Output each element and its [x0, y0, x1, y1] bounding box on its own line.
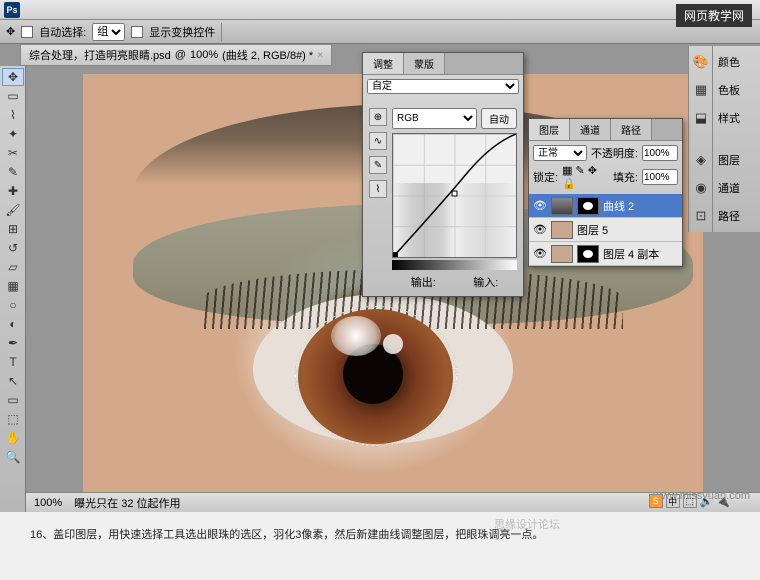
- auto-select-dropdown[interactable]: 组: [92, 23, 125, 41]
- tray-s[interactable]: S: [649, 494, 663, 508]
- visibility-icon[interactable]: 👁: [533, 247, 547, 260]
- wand-tool[interactable]: ✦: [2, 125, 24, 143]
- tray-ime[interactable]: 中: [666, 494, 680, 508]
- fill-input[interactable]: [642, 169, 678, 185]
- caption-text: 盖印图层，用快速选择工具选出眼珠的选区，羽化3像素，然后新建曲线调整图层，把眼珠…: [53, 529, 543, 541]
- layers-panel[interactable]: 图层 通道 路径 正常 不透明度: 锁定: ▦ ✎ ✥ 🔒 填充: 👁 曲线: [528, 118, 683, 267]
- text-tool[interactable]: T: [2, 353, 24, 371]
- curves-smooth-icon[interactable]: ⌇: [369, 180, 387, 198]
- options-bar: ✥ 自动选择: 组 显示变换控件: [0, 20, 760, 44]
- healing-tool[interactable]: ✚: [2, 182, 24, 200]
- layer-thumb[interactable]: [551, 245, 573, 263]
- curves-preset[interactable]: 自定: [367, 79, 519, 94]
- layer-thumb[interactable]: [551, 221, 573, 239]
- toolbox: ✥ ▭ ⌇ ✦ ✂ ✎ ✚ 🖌 ⊞ ↺ ▱ ▦ ○ ◐ ✒ T ↖ ▭ ⬚ ✋ …: [0, 66, 26, 512]
- fill-label: 填充:: [613, 169, 638, 185]
- curves-output-label: 输出:: [411, 274, 436, 290]
- eyedropper-tool[interactable]: ✎: [2, 163, 24, 181]
- history-brush-tool[interactable]: ↺: [2, 239, 24, 257]
- marquee-tool[interactable]: ▭: [2, 87, 24, 105]
- curves-target-icon[interactable]: ⊕: [369, 108, 387, 126]
- rp-layer[interactable]: 图层: [715, 150, 758, 170]
- channel-icon[interactable]: ◉: [691, 178, 711, 198]
- visibility-icon[interactable]: 👁: [533, 223, 547, 236]
- lasso-tool[interactable]: ⌇: [2, 106, 24, 124]
- curves-panel[interactable]: 调整 蒙版 自定 ⊕ ∿ ✎ ⌇ RGB 自动: [362, 52, 524, 297]
- shape-tool[interactable]: ▭: [2, 391, 24, 409]
- caption: 16、盖印图层，用快速选择工具选出眼珠的选区，羽化3像素，然后新建曲线调整图层，…: [30, 520, 730, 549]
- layer-mask[interactable]: [577, 245, 599, 263]
- style-icon[interactable]: ⬓: [691, 108, 711, 128]
- lock-label: 锁定:: [533, 169, 558, 185]
- curves-input-label: 输入:: [473, 274, 498, 290]
- tray-icon[interactable]: 🔊: [700, 495, 714, 508]
- layer-name: 曲线 2: [603, 198, 634, 214]
- rp-color[interactable]: 颜色: [715, 52, 758, 72]
- layer-name: 图层 4 副本: [603, 246, 659, 262]
- move-tool[interactable]: ✥: [2, 68, 24, 86]
- rp-channel[interactable]: 通道: [715, 178, 758, 198]
- color-icon[interactable]: 🎨: [691, 52, 711, 72]
- selection-marquee: [295, 306, 457, 446]
- crop-tool[interactable]: ✂: [2, 144, 24, 162]
- right-panels: 🎨 ▦ ⬓ ◈ ◉ ⊡ 颜色 色板 样式 图层 通道 路径: [688, 46, 760, 232]
- menubar: Ps: [0, 0, 760, 20]
- visibility-icon[interactable]: 👁: [533, 199, 547, 212]
- brush-tool[interactable]: 🖌: [2, 201, 24, 219]
- 3d-tool[interactable]: ⬚: [2, 410, 24, 428]
- path-icon[interactable]: ⊡: [691, 206, 711, 226]
- swatch-icon[interactable]: ▦: [691, 80, 711, 100]
- blend-mode[interactable]: 正常: [533, 145, 587, 161]
- status-msg: 曝光只在 32 位起作用: [74, 495, 180, 511]
- opacity-input[interactable]: [642, 145, 678, 161]
- tab-layers[interactable]: 图层: [529, 119, 570, 140]
- zoom-level[interactable]: 100%: [34, 497, 62, 509]
- layer-name: 图层 5: [577, 222, 608, 238]
- show-controls-checkbox[interactable]: [131, 26, 143, 38]
- auto-select-checkbox[interactable]: [21, 26, 33, 38]
- blur-tool[interactable]: ○: [2, 296, 24, 314]
- tab-paths[interactable]: 路径: [611, 119, 652, 140]
- auto-select-label: 自动选择:: [39, 24, 86, 40]
- stamp-tool[interactable]: ⊞: [2, 220, 24, 238]
- rp-path[interactable]: 路径: [715, 206, 758, 226]
- pen-tool[interactable]: ✒: [2, 334, 24, 352]
- doc-tab[interactable]: 综合处理，打造明亮眼睛.psd @ 100% (曲线 2, RGB/8#) * …: [20, 44, 332, 66]
- tab-mask[interactable]: 蒙版: [404, 53, 445, 74]
- curves-pencil-icon[interactable]: ✎: [369, 156, 387, 174]
- tray-icon[interactable]: 🔌: [716, 495, 730, 508]
- dodge-tool[interactable]: ◐: [2, 315, 24, 333]
- show-controls-label: 显示变换控件: [149, 24, 215, 40]
- layer-icon[interactable]: ◈: [691, 150, 711, 170]
- move-tool-icon: ✥: [6, 25, 15, 38]
- watermark-site: 网页教学网: [676, 4, 752, 27]
- rp-swatch[interactable]: 色板: [715, 80, 758, 100]
- curves-auto-button[interactable]: 自动: [481, 108, 517, 129]
- tab-channels[interactable]: 通道: [570, 119, 611, 140]
- caption-num: 16、: [30, 529, 53, 541]
- layer-thumb[interactable]: [551, 197, 573, 215]
- eraser-tool[interactable]: ▱: [2, 258, 24, 276]
- tab-adjust[interactable]: 调整: [363, 53, 404, 74]
- curves-draw-icon[interactable]: ∿: [369, 132, 387, 150]
- tray-icon[interactable]: ⬚: [683, 494, 697, 508]
- layer-item[interactable]: 👁 图层 5: [529, 218, 682, 242]
- lock-icons[interactable]: ▦ ✎ ✥ 🔒: [562, 164, 609, 190]
- path-tool[interactable]: ↖: [2, 372, 24, 390]
- opacity-label: 不透明度:: [591, 145, 638, 161]
- rp-style[interactable]: 样式: [715, 108, 758, 128]
- curves-graph[interactable]: [392, 133, 517, 258]
- system-tray: S 中 ⬚ 🔊 🔌: [649, 494, 730, 508]
- app-icon: Ps: [4, 2, 20, 18]
- layer-item[interactable]: 👁 曲线 2: [529, 194, 682, 218]
- layer-item[interactable]: 👁 图层 4 副本: [529, 242, 682, 266]
- layers-list: 👁 曲线 2 👁 图层 5 👁 图层 4 副本: [529, 194, 682, 266]
- gradient-tool[interactable]: ▦: [2, 277, 24, 295]
- hand-tool[interactable]: ✋: [2, 429, 24, 447]
- zoom-tool[interactable]: 🔍: [2, 448, 24, 466]
- curves-channel[interactable]: RGB: [392, 108, 477, 129]
- layer-mask[interactable]: [577, 197, 599, 215]
- close-icon[interactable]: ×: [317, 50, 323, 61]
